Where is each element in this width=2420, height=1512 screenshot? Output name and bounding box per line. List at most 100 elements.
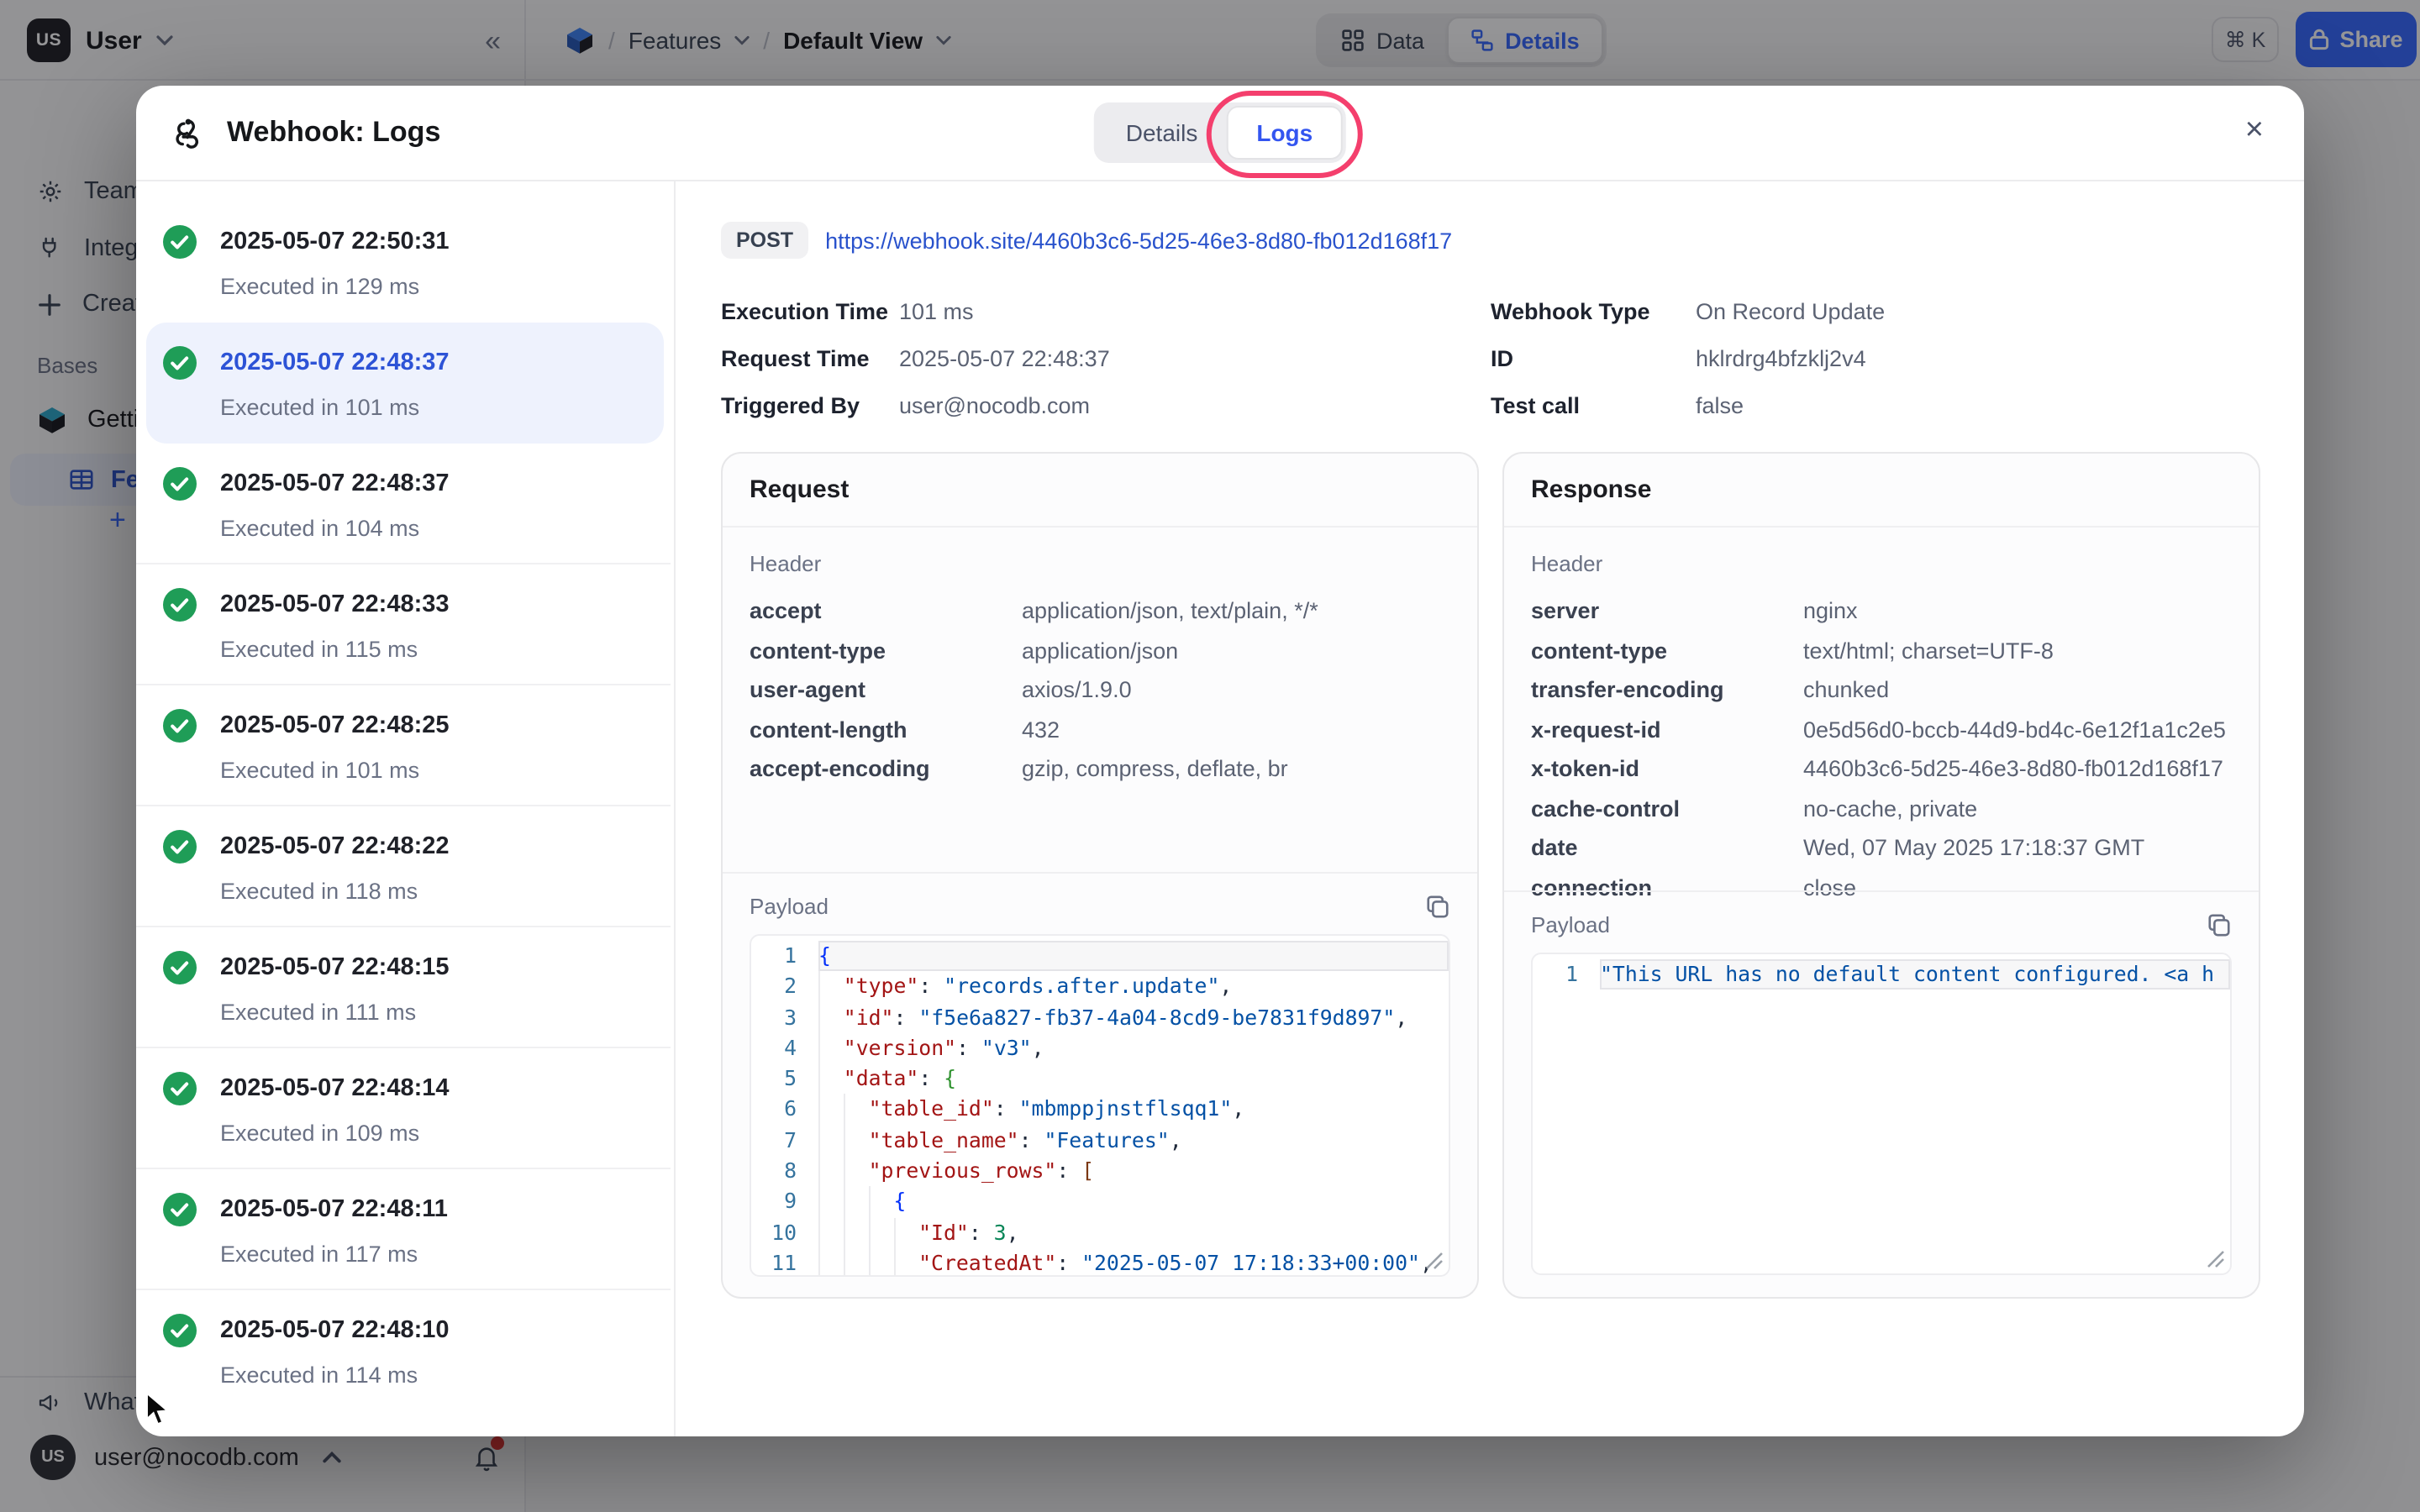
code-token: ,: [1395, 1004, 1407, 1029]
code-line: 6"table_id": "mbmppjnstflsqq1",: [751, 1095, 1449, 1126]
log-list-item[interactable]: 2025-05-07 22:48:33Executed in 115 ms: [136, 564, 674, 685]
resize-grip-icon[interactable]: [1425, 1252, 1444, 1270]
header-value: nginx: [1803, 598, 2232, 623]
line-number: 2: [751, 972, 818, 1003]
code-line: 11"CreatedAt": "2025-05-07 17:18:33+00:0…: [751, 1248, 1449, 1277]
header-value: gzip, compress, deflate, br: [1022, 756, 1450, 781]
header-value: 4460b3c6-5d25-46e3-8d80-fb012d168f17: [1803, 756, 2232, 781]
code-token: "Id": [918, 1219, 969, 1244]
code-token: :: [918, 1065, 944, 1090]
code-token: "type": [844, 974, 919, 999]
log-timestamp: 2025-05-07 22:48:15: [220, 954, 450, 981]
indent-guide: [893, 1217, 918, 1248]
header-key: content-type: [1531, 638, 1803, 663]
log-list-item[interactable]: 2025-05-07 22:48:10Executed in 114 ms: [136, 1290, 674, 1411]
webhook-url-link[interactable]: https://webhook.site/4460b3c6-5d25-46e3-…: [825, 228, 1452, 253]
code-token: "version": [844, 1035, 956, 1060]
meta-label: Triggered By: [721, 393, 899, 418]
code-token: "v3": [981, 1035, 1032, 1060]
code-token: :: [1019, 1127, 1044, 1152]
response-card-title: Response: [1504, 454, 2259, 528]
code-line: 1"This URL has no default content config…: [1533, 959, 2230, 990]
meta-value: 101 ms: [899, 299, 1491, 324]
log-duration: Executed in 117 ms: [220, 1242, 644, 1267]
log-list-item[interactable]: 2025-05-07 22:48:37Executed in 101 ms: [146, 323, 664, 444]
log-item-row: 2025-05-07 22:48:15: [163, 951, 644, 984]
code-token: "records.after.update": [944, 974, 1219, 999]
log-timestamp: 2025-05-07 22:48:37: [220, 470, 450, 497]
modal-tab-details[interactable]: Details: [1097, 106, 1227, 160]
header-value: 0e5d56d0-bccb-44d9-bd4c-6e12f1a1c2e5: [1803, 717, 2232, 742]
log-list-item[interactable]: 2025-05-07 22:48:14Executed in 109 ms: [136, 1048, 674, 1169]
meta-label: Execution Time: [721, 299, 899, 324]
header-value: 432: [1022, 717, 1450, 742]
copy-icon[interactable]: [1425, 894, 1450, 919]
log-list-item[interactable]: 2025-05-07 22:48:37 Executed in 104 ms: [136, 444, 674, 564]
log-item-row: 2025-05-07 22:48:25: [163, 709, 644, 743]
code-token: "table_name": [869, 1127, 1019, 1152]
line-number: 4: [751, 1033, 818, 1064]
code-content: "id": "f5e6a827-fb37-4a04-8cd9-be7831f9d…: [818, 1002, 1449, 1033]
log-timestamp: 2025-05-07 22:48:37: [220, 349, 450, 376]
header-value: axios/1.9.0: [1022, 677, 1450, 702]
log-item-row: 2025-05-07 22:50:31: [163, 225, 644, 259]
line-number: 7: [751, 1126, 818, 1157]
meta-label: Test call: [1491, 393, 1696, 418]
modal-tab-logs[interactable]: Logs: [1226, 106, 1343, 160]
line-number: 11: [751, 1248, 818, 1277]
code-token: "previous_rows": [869, 1158, 1057, 1183]
code-line: 1{: [751, 941, 1449, 972]
log-list-item[interactable]: 2025-05-07 22:50:31Executed in 129 ms: [136, 202, 674, 323]
code-token: "Features": [1044, 1127, 1169, 1152]
webhook-icon: [170, 114, 207, 151]
indent-guide: [844, 1248, 869, 1277]
indent-guide: [844, 1126, 869, 1157]
code-token: {: [893, 1189, 906, 1214]
code-content: {: [818, 941, 1449, 972]
log-list-item[interactable]: 2025-05-07 22:48:22Executed in 118 ms: [136, 806, 674, 927]
request-url-row: POST https://webhook.site/4460b3c6-5d25-…: [721, 222, 2260, 259]
meta-label: ID: [1491, 346, 1696, 371]
code-token: {: [944, 1065, 956, 1090]
close-icon[interactable]: ×: [2245, 114, 2264, 146]
header-value: application/json, text/plain, */*: [1022, 598, 1450, 623]
app-root: US User « / Features / Default View Data…: [0, 0, 2420, 1512]
log-list-item[interactable]: 2025-05-07 22:48:11 Executed in 117 ms: [136, 1169, 674, 1290]
log-item-row: 2025-05-07 22:48:11: [163, 1193, 644, 1226]
indent-guide: [818, 1217, 844, 1248]
resize-grip-icon[interactable]: [2207, 1250, 2225, 1268]
log-duration: Executed in 111 ms: [220, 1000, 644, 1025]
code-token: {: [818, 942, 831, 968]
log-timestamp: 2025-05-07 22:48:25: [220, 712, 450, 739]
code-token: :: [918, 974, 944, 999]
code-content: "table_id": "mbmppjnstflsqq1",: [818, 1095, 1449, 1126]
code-content: "previous_rows": [: [818, 1156, 1449, 1187]
code-token: "table_id": [869, 1096, 994, 1121]
request-payload-editor[interactable]: 1{2"type": "records.after.update",3"id":…: [750, 934, 1450, 1277]
code-content: "version": "v3",: [818, 1033, 1449, 1064]
header-section-label: Header: [750, 551, 1450, 576]
log-list-item[interactable]: 2025-05-07 22:48:25Executed in 101 ms: [136, 685, 674, 806]
indent-guide: [893, 1248, 918, 1277]
success-check-icon: [163, 1072, 197, 1105]
header-value: Wed, 07 May 2025 17:18:37 GMT: [1803, 835, 2232, 860]
modal-body: 2025-05-07 22:50:31Executed in 129 ms202…: [136, 181, 2304, 1436]
log-duration: Executed in 104 ms: [220, 516, 644, 541]
header-value: application/json: [1022, 638, 1450, 663]
code-line: 9{: [751, 1187, 1449, 1218]
code-content: "CreatedAt": "2025-05-07 17:18:33+00:00"…: [818, 1248, 1449, 1277]
header-key: content-length: [750, 717, 1022, 742]
payload-section-label: Payload: [750, 894, 829, 919]
code-line: 4"version": "v3",: [751, 1033, 1449, 1064]
response-payload-editor[interactable]: 1"This URL has no default content config…: [1531, 953, 2232, 1275]
header-value: chunked: [1803, 677, 2232, 702]
line-number: 9: [751, 1187, 818, 1218]
indent-guide: [818, 1156, 844, 1187]
log-list: 2025-05-07 22:50:31Executed in 129 ms202…: [136, 181, 676, 1436]
indent-guide: [818, 1126, 844, 1157]
log-list-item[interactable]: 2025-05-07 22:48:15 Executed in 111 ms: [136, 927, 674, 1048]
request-card-title: Request: [723, 454, 1477, 528]
code-token: "mbmppjnstflsqq1": [1019, 1096, 1233, 1121]
copy-icon[interactable]: [2207, 912, 2232, 937]
indent-guide: [818, 1033, 844, 1064]
